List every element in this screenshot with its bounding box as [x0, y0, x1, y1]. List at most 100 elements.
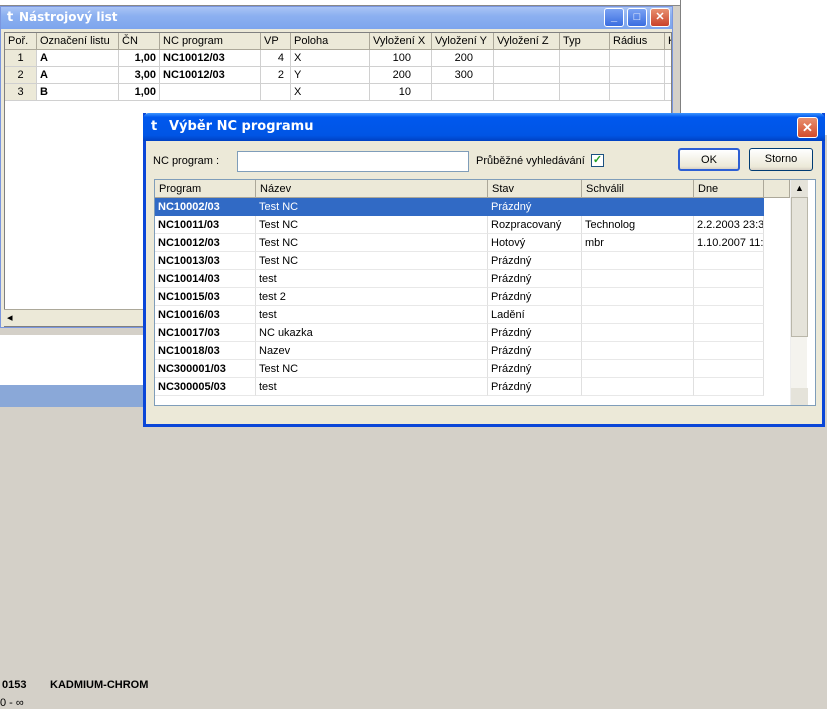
column-header[interactable]: Označení listu: [37, 33, 119, 50]
table-cell[interactable]: 300: [432, 67, 494, 84]
horizontal-scrollbar[interactable]: ◂: [4, 309, 144, 326]
table-cell[interactable]: NC10016/03: [155, 306, 256, 324]
table-cell[interactable]: test: [256, 270, 488, 288]
table-cell[interactable]: 100: [370, 50, 432, 67]
nc-dialog-titlebar[interactable]: t Výběr NC programu ✕: [143, 113, 825, 141]
table-cell[interactable]: [560, 67, 610, 84]
table-cell[interactable]: 4: [261, 50, 291, 67]
column-header[interactable]: Poř.: [5, 33, 37, 50]
table-cell[interactable]: NC10013/03: [155, 252, 256, 270]
scroll-left-icon[interactable]: ◂: [7, 311, 13, 324]
table-cell[interactable]: [494, 84, 560, 101]
table-cell[interactable]: 200: [370, 67, 432, 84]
table-cell[interactable]: [610, 50, 665, 67]
column-header[interactable]: ČN: [119, 33, 160, 50]
minimize-button[interactable]: _: [604, 8, 624, 27]
table-cell[interactable]: [582, 324, 694, 342]
table-cell[interactable]: [610, 67, 665, 84]
column-header[interactable]: Stav: [488, 180, 582, 198]
table-cell[interactable]: [160, 84, 261, 101]
table-cell[interactable]: [694, 288, 764, 306]
table-cell[interactable]: [694, 306, 764, 324]
table-cell[interactable]: [494, 50, 560, 67]
table-cell[interactable]: 1.10.2007 11:0: [694, 234, 764, 252]
program-row[interactable]: NC10017/03 NC ukazka Prázdný: [155, 324, 790, 342]
close-button[interactable]: ✕: [797, 117, 818, 138]
table-cell[interactable]: [665, 50, 671, 67]
column-header[interactable]: Typ: [560, 33, 610, 50]
table-cell[interactable]: Prázdný: [488, 252, 582, 270]
column-header[interactable]: Vyložení Y: [432, 33, 494, 50]
program-row[interactable]: NC10016/03 test Ladění: [155, 306, 790, 324]
table-cell[interactable]: A: [37, 50, 119, 67]
table-cell[interactable]: NC10017/03: [155, 324, 256, 342]
table-cell[interactable]: NC10012/03: [160, 50, 261, 67]
table-cell[interactable]: NC10011/03: [155, 216, 256, 234]
column-header[interactable]: K: [665, 33, 671, 50]
table-row[interactable]: 1 A 1,00 NC10012/03 4 X 100 200: [5, 50, 671, 67]
vertical-scrollbar[interactable]: ▲: [790, 180, 808, 405]
program-row[interactable]: NC10013/03 Test NC Prázdný: [155, 252, 790, 270]
column-header[interactable]: VP: [261, 33, 291, 50]
table-cell[interactable]: [582, 252, 694, 270]
table-cell[interactable]: [494, 67, 560, 84]
table-cell[interactable]: 1,00: [119, 50, 160, 67]
program-row[interactable]: NC10014/03 test Prázdný: [155, 270, 790, 288]
column-header[interactable]: Rádius: [610, 33, 665, 50]
table-cell[interactable]: Nazev: [256, 342, 488, 360]
table-cell[interactable]: Prázdný: [488, 378, 582, 396]
table-cell[interactable]: NC ukazka: [256, 324, 488, 342]
table-cell[interactable]: Prázdný: [488, 288, 582, 306]
table-cell[interactable]: NC10014/03: [155, 270, 256, 288]
table-cell[interactable]: NC300001/03: [155, 360, 256, 378]
table-cell[interactable]: Rozpracovaný: [488, 216, 582, 234]
table-cell[interactable]: [582, 360, 694, 378]
column-header[interactable]: Vyložení Z: [494, 33, 560, 50]
program-row[interactable]: NC10002/03 Test NC Prázdný: [155, 198, 790, 216]
table-cell[interactable]: Prázdný: [488, 270, 582, 288]
column-header[interactable]: Dne: [694, 180, 764, 198]
close-button[interactable]: ✕: [650, 8, 670, 27]
cancel-button[interactable]: Storno: [749, 148, 813, 171]
table-cell[interactable]: Prázdný: [488, 198, 582, 216]
program-row[interactable]: NC10015/03 test 2 Prázdný: [155, 288, 790, 306]
table-cell[interactable]: [694, 360, 764, 378]
program-row[interactable]: NC300001/03 Test NC Prázdný: [155, 360, 790, 378]
table-cell[interactable]: Prázdný: [488, 342, 582, 360]
column-header[interactable]: Program: [155, 180, 256, 198]
ok-button[interactable]: OK: [678, 148, 740, 171]
scroll-up-icon[interactable]: ▲: [791, 180, 808, 197]
table-cell[interactable]: Test NC: [256, 360, 488, 378]
table-cell[interactable]: NC10018/03: [155, 342, 256, 360]
program-row[interactable]: NC10012/03 Test NC Hotový mbr 1.10.2007 11:0: [155, 234, 790, 252]
table-cell[interactable]: [665, 67, 671, 84]
table-cell[interactable]: NC10002/03: [155, 198, 256, 216]
table-cell[interactable]: [582, 378, 694, 396]
table-cell[interactable]: NC10012/03: [160, 67, 261, 84]
tool-sheet-titlebar[interactable]: t Nástrojový list _ □ ✕: [1, 7, 672, 29]
row-number[interactable]: 3: [5, 84, 37, 101]
nc-program-input[interactable]: [237, 151, 469, 172]
table-cell[interactable]: NC10012/03: [155, 234, 256, 252]
table-cell[interactable]: Prázdný: [488, 360, 582, 378]
program-row[interactable]: NC10018/03 Nazev Prázdný: [155, 342, 790, 360]
table-cell[interactable]: X: [291, 50, 370, 67]
table-cell[interactable]: Ladění: [488, 306, 582, 324]
table-cell[interactable]: mbr: [582, 234, 694, 252]
column-header[interactable]: Vyložení X: [370, 33, 432, 50]
table-cell[interactable]: [694, 342, 764, 360]
table-cell[interactable]: 3,00: [119, 67, 160, 84]
table-cell[interactable]: B: [37, 84, 119, 101]
table-cell[interactable]: [582, 198, 694, 216]
table-cell[interactable]: [582, 288, 694, 306]
column-header[interactable]: Schválil: [582, 180, 694, 198]
table-cell[interactable]: [610, 84, 665, 101]
table-cell[interactable]: Test NC: [256, 234, 488, 252]
table-cell[interactable]: [694, 270, 764, 288]
table-row[interactable]: 2 A 3,00 NC10012/03 2 Y 200 300: [5, 67, 671, 84]
table-cell[interactable]: X: [291, 84, 370, 101]
table-cell[interactable]: [694, 324, 764, 342]
table-cell[interactable]: 2: [261, 67, 291, 84]
table-cell[interactable]: 200: [432, 50, 494, 67]
table-cell[interactable]: A: [37, 67, 119, 84]
